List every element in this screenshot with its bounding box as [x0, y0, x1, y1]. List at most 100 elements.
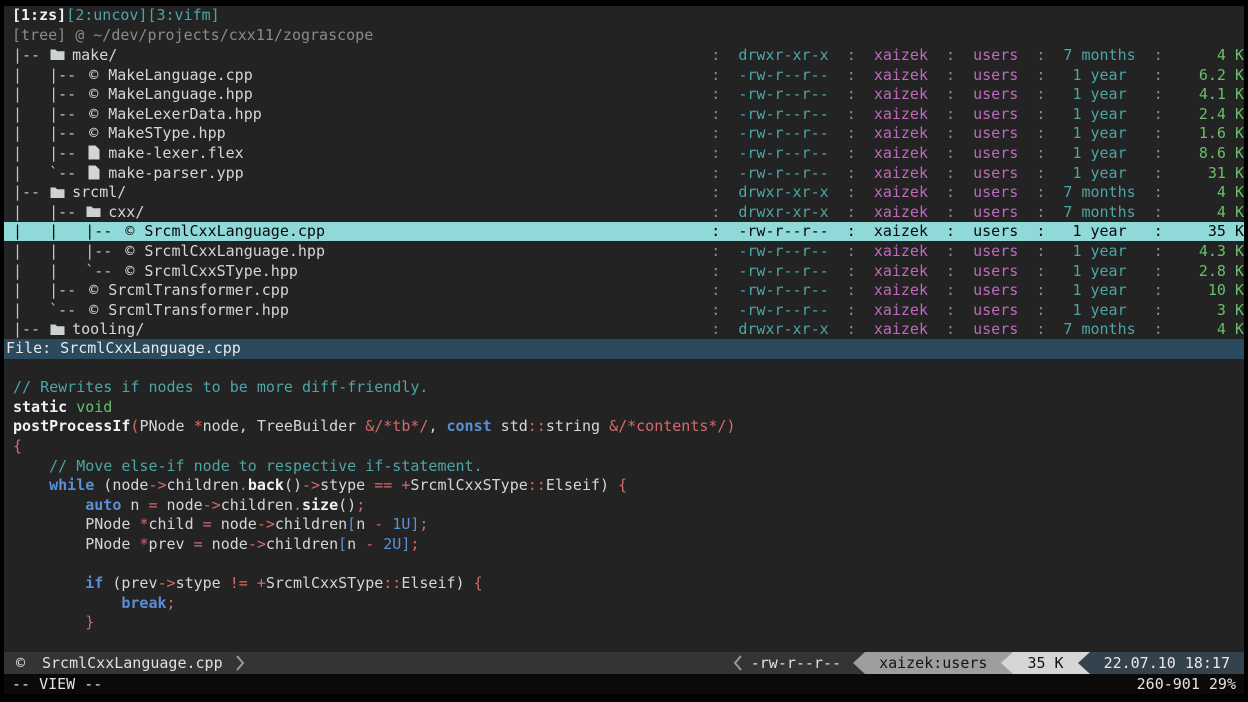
col-group: users [964, 262, 1027, 280]
column-separator: : [702, 242, 729, 260]
col-perm: drwxr-xr-x [729, 320, 837, 338]
col-date: 1 year [1054, 242, 1144, 260]
col-date: 1 year [1054, 124, 1144, 142]
tree-branch-lines: | `-- [13, 164, 85, 182]
col-perm: drwxr-xr-x [729, 46, 837, 64]
column-separator: : [937, 183, 964, 201]
tmux-window[interactable]: [2:uncov] [66, 6, 147, 24]
tmux-status-bar: [1:zs][2:uncov][3:vifm] [4, 6, 1244, 26]
tree-row[interactable]: | |-- ©MakeSType.hpp:-rw-r--r--:xaizek:u… [4, 124, 1244, 144]
tree-row[interactable]: | |-- cxx/:drwxr-xr-x:xaizek:users:7 mon… [4, 202, 1244, 222]
tree-branch-lines: | | |-- [13, 242, 121, 260]
file-name: MakeSType.hpp [108, 124, 225, 142]
folder-icon [49, 186, 66, 199]
column-separator: : [1145, 320, 1172, 338]
col-perm: drwxr-xr-x [729, 203, 837, 221]
file-entry: | `-- make-parser.ypp [13, 164, 702, 182]
tree-row[interactable]: | `-- ©SrcmlTransformer.hpp:-rw-r--r--:x… [4, 300, 1244, 320]
file-entry: | |-- ©MakeLanguage.hpp [13, 85, 702, 103]
file-name: MakeLanguage.hpp [108, 85, 253, 103]
column-separator: : [1027, 222, 1054, 240]
col-owner: xaizek [865, 281, 937, 299]
cpp-icon: © [12, 654, 29, 672]
col-date: 1 year [1054, 85, 1144, 103]
tree-row[interactable]: |-- tooling/:drwxr-xr-x:xaizek:users:7 m… [4, 320, 1244, 340]
cpp-icon: © [85, 281, 102, 299]
col-size: 1.6 K [1172, 124, 1244, 142]
column-separator: : [937, 164, 964, 182]
tree-branch-lines: | |-- [13, 203, 85, 221]
tree-row[interactable]: | |-- ©MakeLanguage.hpp:-rw-r--r--:xaize… [4, 84, 1244, 104]
column-separator: : [937, 301, 964, 319]
folder-icon [49, 48, 66, 61]
file-name: SrcmlTransformer.hpp [108, 301, 289, 319]
col-owner: xaizek [865, 124, 937, 142]
file-entry: | |-- ©MakeLanguage.cpp [13, 66, 702, 84]
cpp-icon: © [85, 85, 102, 103]
column-separator: : [1145, 183, 1172, 201]
statusline-size: 35 K [1013, 652, 1077, 674]
column-separator: : [702, 203, 729, 221]
file-entry: |-- make/ [13, 46, 702, 64]
col-group: users [964, 85, 1027, 103]
column-separator: : [838, 85, 865, 103]
tree-row[interactable]: | | |-- ©SrcmlCxxLanguage.hpp:-rw-r--r--… [4, 241, 1244, 261]
column-separator: : [937, 203, 964, 221]
column-separator: : [838, 144, 865, 162]
column-separator: : [1027, 203, 1054, 221]
col-size: 4.1 K [1172, 85, 1244, 103]
col-size: 31 K [1172, 164, 1244, 182]
tree-branch-lines: | |-- [13, 281, 85, 299]
col-size: 2.4 K [1172, 105, 1244, 123]
column-separator: : [702, 281, 729, 299]
cpp-icon: © [85, 66, 102, 84]
cpp-icon: © [121, 242, 138, 260]
column-separator: : [838, 320, 865, 338]
col-date: 7 months [1054, 183, 1144, 201]
col-date: 7 months [1054, 320, 1144, 338]
tree-row[interactable]: | `-- make-parser.ypp:-rw-r--r--:xaizek:… [4, 163, 1244, 183]
column-separator: : [702, 85, 729, 103]
tree-branch-lines: | | |-- [13, 222, 121, 240]
code-line [13, 555, 1244, 575]
column-separator: : [1145, 281, 1172, 299]
col-date: 1 year [1054, 164, 1144, 182]
file-name: SrcmlCxxLanguage.hpp [144, 242, 325, 260]
tree-row[interactable]: | |-- ©MakeLexerData.hpp:-rw-r--r--:xaiz… [4, 104, 1244, 124]
tree-row[interactable]: | |-- make-lexer.flex:-rw-r--r--:xaizek:… [4, 143, 1244, 163]
column-separator: : [1027, 85, 1054, 103]
column-separator: : [838, 281, 865, 299]
column-separator: : [1145, 46, 1172, 64]
powerline-separator-icon [1078, 652, 1090, 674]
tree-row[interactable]: | |-- ©SrcmlTransformer.cpp:-rw-r--r--:x… [4, 280, 1244, 300]
col-date: 7 months [1054, 46, 1144, 64]
col-group: users [964, 320, 1027, 338]
tree-row[interactable]: | |-- ©MakeLanguage.cpp:-rw-r--r--:xaize… [4, 65, 1244, 85]
column-separator: : [702, 66, 729, 84]
tree-row[interactable]: | | `-- ©SrcmlCxxSType.hpp:-rw-r--r--:xa… [4, 261, 1244, 281]
tmux-window[interactable]: [1:zs] [12, 6, 66, 24]
file-entry: | | `-- ©SrcmlCxxSType.hpp [13, 262, 702, 280]
column-separator: : [702, 164, 729, 182]
code-line: postProcessIf(PNode *node, TreeBuilder &… [13, 417, 1244, 437]
col-perm: drwxr-xr-x [729, 183, 837, 201]
tree-row[interactable]: |-- make/:drwxr-xr-x:xaizek:users:7 mont… [4, 45, 1244, 65]
col-perm: -rw-r--r-- [729, 222, 837, 240]
column-separator: : [937, 262, 964, 280]
cpp-icon: © [85, 105, 102, 123]
tree-row[interactable]: | | |-- ©SrcmlCxxLanguage.cpp:-rw-r--r--… [4, 222, 1244, 242]
code-line: while (node->children.back()->stype == +… [13, 476, 1244, 496]
col-owner: xaizek [865, 105, 937, 123]
tmux-window[interactable]: [3:vifm] [147, 6, 219, 24]
tree-branch-lines: |-- [13, 183, 49, 201]
col-size: 2.8 K [1172, 262, 1244, 280]
tree-row[interactable]: |-- srcml/:drwxr-xr-x:xaizek:users:7 mon… [4, 182, 1244, 202]
column-separator: : [838, 164, 865, 182]
col-size: 4 K [1172, 46, 1244, 64]
column-separator: : [1145, 242, 1172, 260]
col-size: 10 K [1172, 281, 1244, 299]
column-separator: : [702, 124, 729, 142]
col-group: users [964, 301, 1027, 319]
code-preview: // Rewrites if nodes to be more diff-fri… [4, 359, 1244, 652]
col-date: 1 year [1054, 105, 1144, 123]
